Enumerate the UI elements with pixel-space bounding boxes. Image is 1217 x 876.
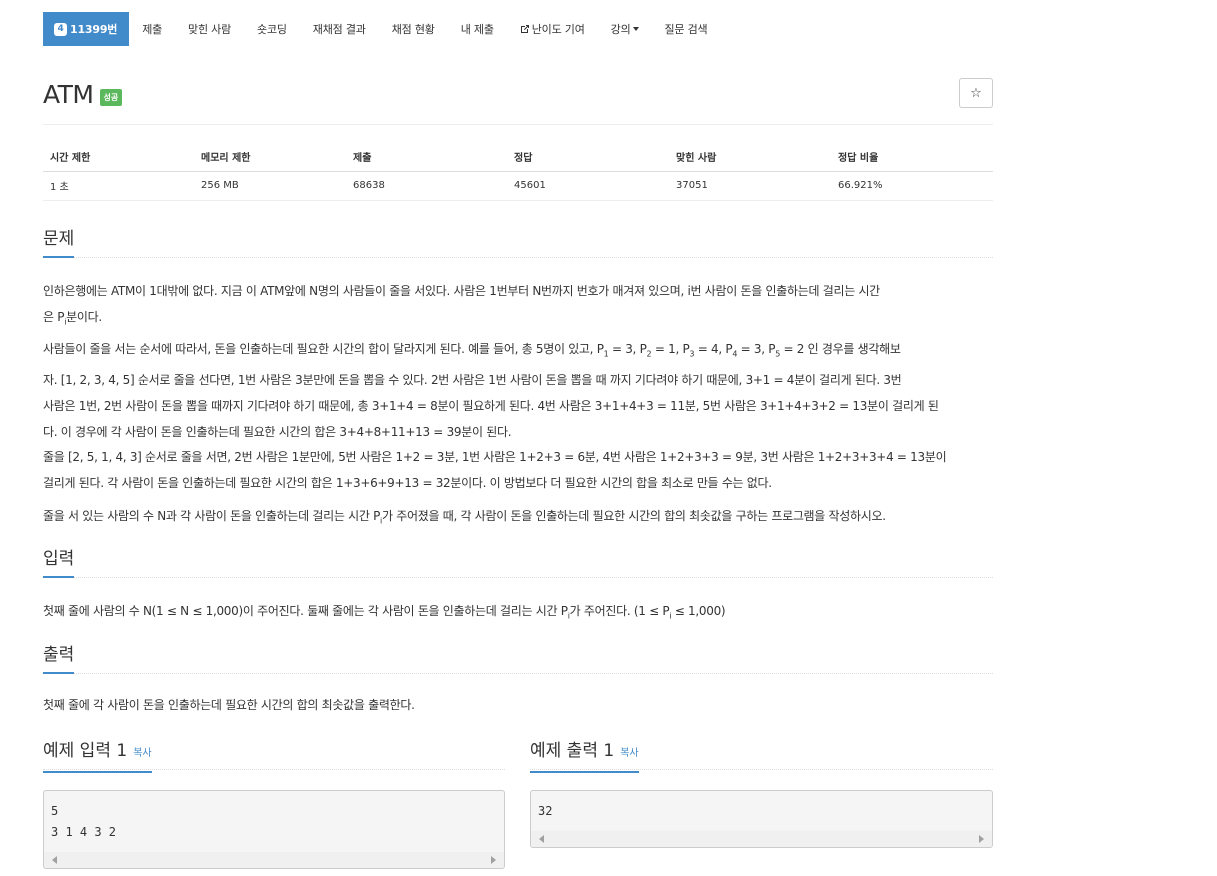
desc-text: ≤ 1,000): [671, 604, 726, 618]
nav-rejudge-results[interactable]: 재채점 결과: [300, 12, 379, 46]
nav-solved-users[interactable]: 맞힌 사람: [175, 12, 244, 46]
sample-output-text: 32: [538, 804, 553, 818]
cell-memory-limit: 256 MB: [194, 171, 346, 201]
header-solved-users: 맞힌 사람: [669, 142, 831, 172]
desc-text: 줄을 [2, 5, 1, 4, 3] 순서로 줄을 서면, 2번 사람은 1분만…: [43, 450, 947, 464]
sample-input-header: 예제 입력 1 복사: [43, 740, 505, 773]
header-time-limit: 시간 제한: [43, 142, 194, 172]
nav-difficulty-label: 난이도 기여: [531, 23, 585, 36]
nav-difficulty-contribution[interactable]: 난이도 기여: [507, 12, 598, 46]
nav-my-submissions[interactable]: 내 제출: [448, 12, 507, 46]
desc-text: 다. 이 경우에 각 사람이 돈을 인출하는데 필요한 시간의 합은 3+4+8…: [43, 425, 512, 440]
desc-text: = 4,: [694, 342, 726, 356]
horizontal-scrollbar[interactable]: [44, 852, 504, 868]
table-row: 1 초 256 MB 68638 45601 37051 66.921%: [43, 171, 993, 201]
horizontal-scrollbar[interactable]: [531, 831, 992, 847]
cell-accepted: 45601: [507, 171, 669, 201]
problem-description-p1: 인하은행에는 ATM이 1대밖에 없다. 지금 이 ATM앞에 N명의 사람들이…: [43, 278, 993, 335]
favorite-button[interactable]: ☆: [959, 78, 993, 108]
nav-lecture-dropdown[interactable]: 강의: [598, 12, 652, 46]
desc-text: 가 주어졌을 때, 각 사람이 돈을 인출하는데 필요한 시간의 합의 최솟값을…: [381, 509, 886, 523]
sample-input-text: 5 3 1 4 3 2: [51, 804, 117, 839]
header-accepted: 정답: [507, 142, 669, 172]
star-icon: ☆: [970, 85, 982, 101]
sample-input-box[interactable]: 5 3 1 4 3 2: [43, 790, 505, 869]
nav-problem-number[interactable]: 4 11399번: [43, 12, 130, 46]
sample-output-title: 예제 출력 1: [530, 741, 615, 761]
header-accept-ratio: 정답 비율: [831, 142, 993, 172]
problem-description-p4: 줄을 서 있는 사람의 수 N과 각 사람이 돈을 인출하는데 걸리는 시간 P…: [43, 503, 993, 534]
desc-text: = 1,: [651, 342, 683, 356]
desc-text: 줄을 서 있는 사람의 수 N과 각 사람이 돈을 인출하는데 걸리는 시간 P: [43, 509, 381, 523]
nav-lecture-label: 강의: [610, 23, 631, 36]
problem-description-p3: 줄을 [2, 5, 1, 4, 3] 순서로 줄을 서면, 2번 사람은 1분만…: [43, 444, 993, 496]
problem-description-p2: 사람들이 줄을 서는 순서에 따라서, 돈을 인출하는데 필요한 시간의 합이 …: [43, 336, 993, 445]
desc-text: P: [639, 342, 647, 356]
table-header-row: 시간 제한 메모리 제한 제출 정답 맞힌 사람 정답 비율: [43, 142, 993, 172]
nav-short-coding[interactable]: 숏코딩: [244, 12, 300, 46]
external-link-icon: [520, 24, 530, 34]
sample-output-box[interactable]: 32: [530, 790, 993, 848]
scroll-right-icon[interactable]: [979, 835, 984, 843]
input-description: 첫째 줄에 사람의 수 N(1 ≤ N ≤ 1,000)이 주어진다. 둘째 줄…: [43, 598, 993, 629]
desc-text: 인하은행에는 ATM이 1대밖에 없다. 지금 이 ATM앞에 N명의 사람들이…: [43, 284, 880, 298]
caret-down-icon: [632, 27, 639, 31]
desc-text: 사람들이 줄을 서는 순서에 따라서, 돈을 인출하는데 필요한 시간의 합이 …: [43, 342, 604, 356]
problem-nav: 4 11399번 제출 맞힌 사람 숏코딩 재채점 결과 채점 현황 내 제출 …: [43, 12, 720, 46]
desc-text: 자. [1, 2, 3, 4, 5] 순서로 줄을 선다면, 1번 사람은 3분…: [43, 373, 902, 388]
desc-text: 분이다.: [66, 310, 102, 324]
input-section-title: 입력: [43, 548, 75, 578]
desc-text: 사람은 1번, 2번 사람이 돈을 뽑을 때까지 기다려야 하기 때문에, 총 …: [43, 399, 939, 414]
problem-section-title: 문제: [43, 228, 75, 258]
scroll-left-icon[interactable]: [539, 835, 544, 843]
desc-text: = 3,: [737, 342, 769, 356]
cell-submissions: 68638: [346, 171, 507, 201]
problem-title-row: ATM 성공: [43, 80, 123, 109]
output-section-title: 출력: [43, 644, 75, 674]
desc-text: 걸리게 된다. 각 사람이 돈을 인출하는데 필요한 시간의 합은 1+3+6+…: [43, 476, 772, 490]
desc-text: 은 P: [43, 310, 65, 324]
nav-submit[interactable]: 제출: [129, 12, 175, 46]
copy-output-link[interactable]: 복사: [620, 748, 638, 759]
status-badge: 성공: [99, 89, 123, 106]
problem-section-header: 문제: [43, 228, 993, 258]
nav-problem-number-label: 11399번: [70, 23, 118, 36]
header-memory-limit: 메모리 제한: [194, 142, 346, 172]
desc-text: 가 주어진다. (1 ≤ P: [569, 604, 670, 618]
desc-text: = 3,: [608, 342, 640, 356]
nav-status[interactable]: 채점 현황: [379, 12, 448, 46]
desc-text: = 2 인 경우를 생각해보: [780, 342, 901, 356]
header-submissions: 제출: [346, 142, 507, 172]
divider: [43, 124, 993, 125]
scroll-right-icon[interactable]: [491, 856, 496, 864]
nav-question-search[interactable]: 질문 검색: [652, 12, 721, 46]
output-section-header: 출력: [43, 644, 993, 674]
desc-text: 첫째 줄에 사람의 수 N(1 ≤ N ≤ 1,000)이 주어진다. 둘째 줄…: [43, 604, 568, 618]
output-description: 첫째 줄에 각 사람이 돈을 인출하는데 필요한 시간의 합의 최솟값을 출력한…: [43, 698, 415, 712]
page-title: ATM: [43, 80, 94, 109]
cell-accept-ratio: 66.921%: [831, 171, 993, 201]
sample-input-title: 예제 입력 1: [43, 741, 128, 761]
badge-icon: 4: [54, 22, 67, 36]
sample-output-header: 예제 출력 1 복사: [530, 740, 993, 773]
copy-input-link[interactable]: 복사: [133, 748, 151, 759]
sample-input-title-wrap: 예제 입력 1 복사: [43, 740, 152, 773]
cell-time-limit: 1 초: [43, 171, 194, 201]
cell-solved-users: 37051: [669, 171, 831, 201]
sample-output-title-wrap: 예제 출력 1 복사: [530, 740, 639, 773]
scroll-left-icon[interactable]: [52, 856, 57, 864]
problem-info-table: 시간 제한 메모리 제한 제출 정답 맞힌 사람 정답 비율 1 초 256 M…: [43, 142, 993, 201]
input-section-header: 입력: [43, 548, 993, 578]
